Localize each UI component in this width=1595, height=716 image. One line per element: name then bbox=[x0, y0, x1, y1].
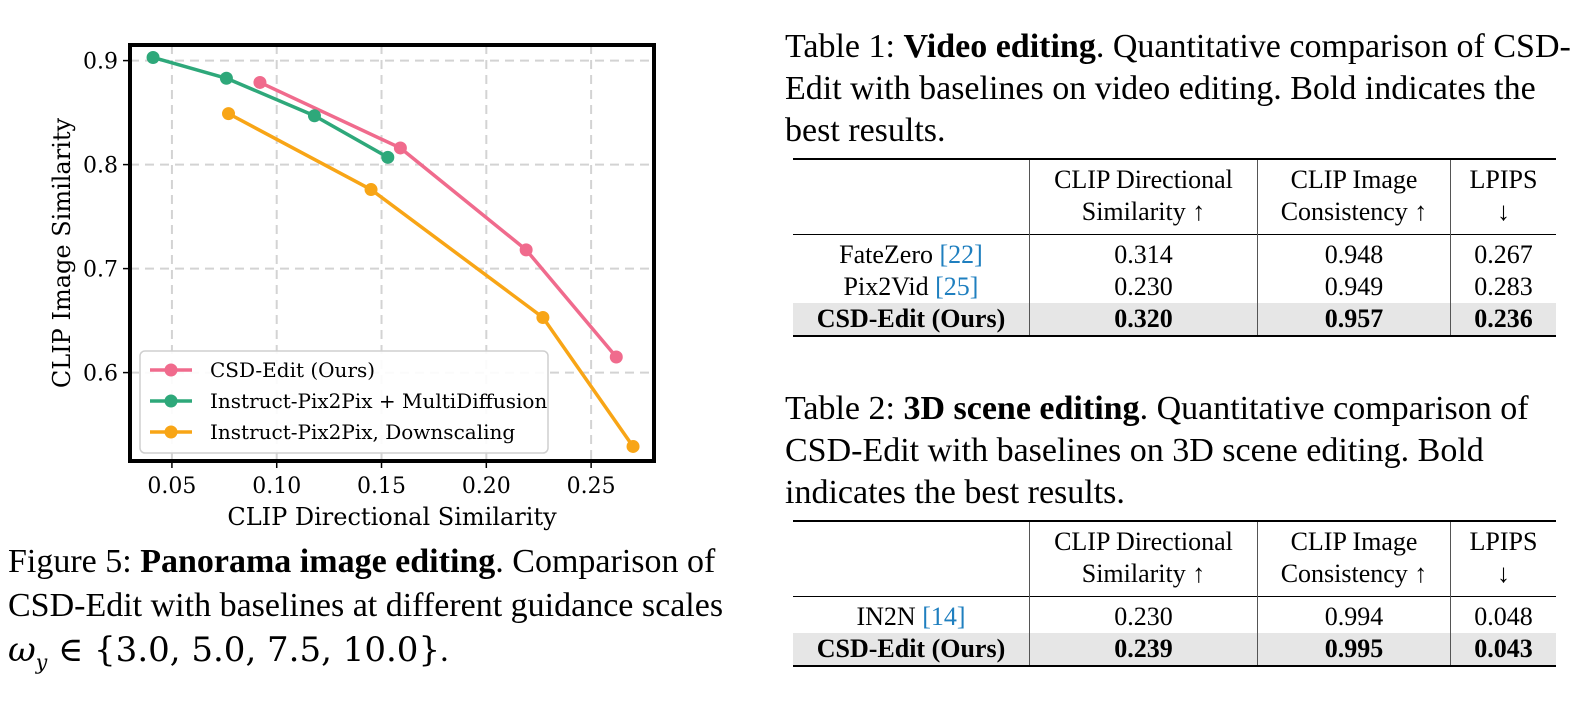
data-point bbox=[222, 107, 236, 121]
y-tick-label: 0.6 bbox=[83, 362, 118, 387]
data-point bbox=[519, 243, 533, 257]
figure-caption-end: . bbox=[440, 632, 449, 669]
y-axis-label: CLIP Image Similarity bbox=[48, 117, 76, 388]
y-tick-label: 0.7 bbox=[83, 258, 118, 283]
table-2-caption-title: 3D scene editing bbox=[903, 390, 1140, 427]
legend-entry: Instruct-Pix2Pix + MultiDiffusion bbox=[210, 389, 547, 413]
y-tick-label: 0.9 bbox=[83, 50, 118, 75]
clip-image-cell: 0.957 bbox=[1257, 303, 1451, 337]
omega-symbol: ω bbox=[8, 630, 36, 670]
method-cell: CSD-Edit (Ours) bbox=[793, 633, 1030, 667]
clip-directional-cell: 0.314 bbox=[1029, 234, 1258, 271]
legend-swatch-marker bbox=[164, 394, 178, 408]
header-clip-directional-sub: Similarity ↑ bbox=[1029, 196, 1258, 235]
clip-image-cell: 0.949 bbox=[1257, 271, 1451, 303]
omega-subscript: y bbox=[35, 649, 48, 674]
clip-directional-cell: 0.320 bbox=[1029, 303, 1258, 337]
legend-swatch-marker bbox=[164, 363, 178, 377]
method-header bbox=[793, 158, 1030, 196]
lpips-cell: 0.267 bbox=[1450, 234, 1556, 271]
x-tick-label: 0.25 bbox=[567, 474, 616, 499]
series-line-1 bbox=[152, 55, 389, 159]
clip-image-cell: 0.994 bbox=[1257, 596, 1451, 633]
clip-directional-cell: 0.230 bbox=[1029, 596, 1258, 633]
table-1-caption: Table 1: Video editing. Quantitative com… bbox=[785, 26, 1575, 152]
header-clip-directional-sub: Similarity ↑ bbox=[1029, 558, 1258, 597]
method-cell: CSD-Edit (Ours) bbox=[793, 303, 1030, 337]
figure-caption-title: Panorama image editing bbox=[140, 543, 496, 580]
table-2: CLIP Directional CLIP Image LPIPS Simila… bbox=[793, 520, 1556, 667]
legend-entry: Instruct-Pix2Pix, Downscaling bbox=[210, 420, 515, 444]
data-point bbox=[307, 109, 321, 123]
x-axis-label: CLIP Directional Similarity bbox=[227, 503, 557, 531]
citation-link[interactable]: [25] bbox=[935, 272, 978, 301]
data-point bbox=[219, 71, 233, 85]
table-row: Pix2Vid [25] 0.230 0.949 0.283 bbox=[793, 271, 1556, 303]
data-point bbox=[626, 439, 640, 453]
citation-link[interactable]: [22] bbox=[940, 240, 983, 269]
lpips-cell: 0.048 bbox=[1450, 596, 1556, 633]
method-header bbox=[793, 520, 1030, 558]
header-clip-directional: CLIP Directional bbox=[1029, 520, 1258, 558]
legend-entry: CSD-Edit (Ours) bbox=[210, 358, 375, 382]
citation-link[interactable]: [14] bbox=[922, 602, 965, 631]
data-point bbox=[146, 50, 160, 64]
method-cell: Pix2Vid [25] bbox=[793, 271, 1030, 303]
data-point bbox=[609, 350, 623, 364]
data-point bbox=[364, 183, 378, 197]
table-row: FateZero [22] 0.314 0.948 0.267 bbox=[793, 234, 1556, 271]
figure-caption-label: Figure 5: bbox=[8, 543, 132, 580]
header-lpips: LPIPS bbox=[1450, 158, 1556, 196]
lpips-cell: 0.283 bbox=[1474, 272, 1533, 301]
data-point bbox=[381, 150, 395, 164]
table-1-caption-title: Video editing bbox=[903, 28, 1096, 65]
data-point bbox=[393, 141, 407, 155]
table-row-best: CSD-Edit (Ours) 0.320 0.957 0.236 bbox=[793, 303, 1556, 337]
header-lpips: LPIPS bbox=[1450, 520, 1556, 558]
method-cell: IN2N [14] bbox=[793, 596, 1030, 633]
legend-swatch-marker bbox=[164, 425, 178, 439]
lpips-cell: 0.236 bbox=[1450, 303, 1556, 337]
clip-directional-cell: 0.239 bbox=[1029, 633, 1258, 667]
figure-caption-math: ωy ∈ {3.0, 5.0, 7.5, 10.0} bbox=[8, 630, 441, 674]
table-2-caption-text: . Quantitative comparison of CSD-Edit wi… bbox=[785, 390, 1529, 511]
table-1-caption-label: Table 1: bbox=[785, 28, 895, 65]
header-clip-image-sub: Consistency ↑ bbox=[1257, 558, 1451, 597]
clip-directional-cell: 0.230 bbox=[1029, 271, 1258, 303]
clip-image-cell: 0.948 bbox=[1257, 234, 1451, 271]
x-tick-label: 0.05 bbox=[147, 474, 196, 499]
header-clip-image-sub: Consistency ↑ bbox=[1257, 196, 1451, 235]
table-2-caption-label: Table 2: bbox=[785, 390, 895, 427]
x-tick-label: 0.15 bbox=[357, 474, 406, 499]
x-tick-label: 0.10 bbox=[252, 474, 301, 499]
data-point bbox=[253, 75, 267, 89]
data-point bbox=[536, 310, 550, 324]
header-lpips-sub: ↓ bbox=[1497, 559, 1510, 588]
x-tick-label: 0.20 bbox=[462, 474, 511, 499]
header-clip-image: CLIP Image bbox=[1257, 520, 1451, 558]
series-line-0 bbox=[259, 80, 618, 359]
y-tick-label: 0.8 bbox=[83, 154, 118, 179]
figure-5-chart: 0.05 0.10 0.15 0.20 0.25 0.6 0.7 0.8 0.9 CLIP Dir… bbox=[48, 43, 656, 531]
header-clip-image: CLIP Image bbox=[1257, 158, 1451, 196]
header-clip-directional: CLIP Directional bbox=[1029, 158, 1258, 196]
figure-5-caption: Figure 5: Panorama image editing. Compar… bbox=[8, 540, 738, 684]
method-cell: FateZero [22] bbox=[793, 234, 1030, 271]
guidance-scale-set: ∈ {3.0, 5.0, 7.5, 10.0} bbox=[47, 630, 441, 670]
table-2-caption: Table 2: 3D scene editing. Quantitative … bbox=[785, 388, 1575, 514]
header-lpips-sub: ↓ bbox=[1497, 197, 1510, 226]
table-1: CLIP Directional CLIP Image LPIPS Simila… bbox=[793, 158, 1556, 337]
table-row-best: CSD-Edit (Ours) 0.239 0.995 0.043 bbox=[793, 633, 1556, 667]
lpips-cell: 0.043 bbox=[1450, 633, 1556, 667]
table-row: IN2N [14] 0.230 0.994 0.048 bbox=[793, 596, 1556, 633]
clip-image-cell: 0.995 bbox=[1257, 633, 1451, 667]
